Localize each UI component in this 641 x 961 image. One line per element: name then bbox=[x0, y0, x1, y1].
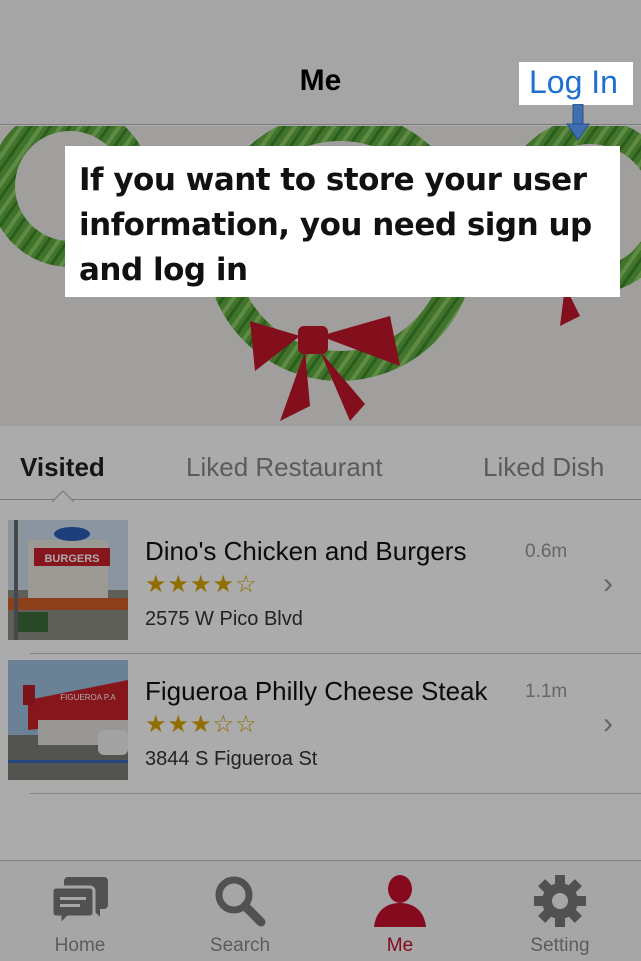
tutorial-callout: If you want to store your user informati… bbox=[65, 146, 620, 297]
tutorial-text: If you want to store your user informati… bbox=[79, 162, 592, 288]
tutorial-overlay[interactable] bbox=[0, 0, 641, 961]
login-button[interactable]: Log In bbox=[519, 62, 633, 105]
login-label: Log In bbox=[529, 64, 618, 100]
arrow-down-icon bbox=[566, 104, 590, 141]
